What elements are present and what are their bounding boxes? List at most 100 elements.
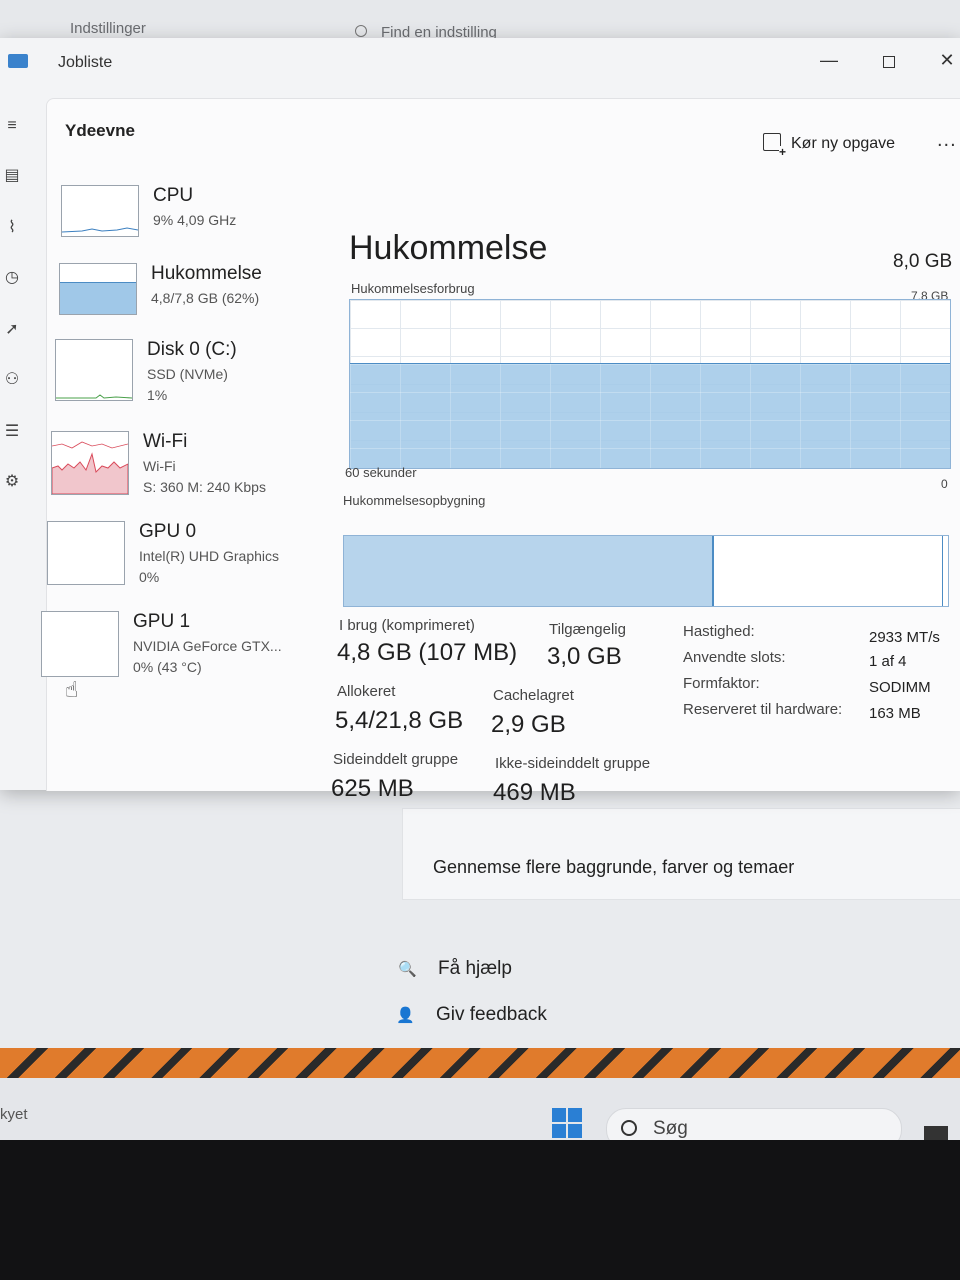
nav-rail: ≡ ▤ ⌇ ◷ ➚ ⚇ ☰ ⚙: [0, 98, 34, 788]
feedback-icon: 👤: [396, 1007, 415, 1024]
hamburger-menu-icon[interactable]: ≡: [2, 116, 22, 136]
mouse-cursor-icon: ☝: [65, 677, 79, 702]
committed-value: 5,4/21,8 GB: [335, 707, 464, 734]
help-link[interactable]: 🔍 Få hjælp: [398, 958, 512, 980]
details-icon[interactable]: ☰: [2, 422, 22, 442]
disk-mini-chart: [56, 394, 133, 399]
composition-in-use-segment: [344, 536, 715, 606]
memory-thumbnail-fill: [60, 282, 136, 314]
taskbar-search-label: Søg: [653, 1118, 688, 1139]
memory-heading: Hukommelse: [349, 229, 548, 267]
slots-value: 1 af 4: [869, 653, 907, 670]
desktop-wallpaper-stripe: [0, 1048, 960, 1078]
cpu-mini-chart: [61, 227, 139, 233]
task-manager-titlebar: Jobliste — ✕: [0, 38, 960, 90]
memory-thumbnail-graph: [59, 263, 137, 315]
start-button[interactable]: [552, 1108, 582, 1138]
task-manager-app-icon: [8, 54, 28, 68]
speed-value: 2933 MT/s: [869, 629, 940, 646]
device-detail: 9% 4,09 GHz: [153, 212, 237, 228]
slots-label: Anvendte slots:: [683, 649, 786, 666]
windows-logo-tile: [568, 1124, 582, 1138]
taskbar-left-text: kyet: [0, 1106, 28, 1123]
memory-usage-graph: [349, 299, 951, 469]
themes-card[interactable]: Gennemse flere baggrunde, farver og tema…: [402, 808, 960, 900]
wifi-thumbnail-graph: [51, 431, 129, 495]
device-name: Disk 0 (C:): [147, 339, 237, 360]
feedback-label: Giv feedback: [436, 1004, 547, 1025]
device-name: GPU 1: [133, 611, 191, 632]
available-label: Tilgængelig: [549, 621, 626, 638]
window-title: Jobliste: [58, 54, 113, 71]
more-options-button[interactable]: ...: [937, 129, 957, 152]
startup-apps-icon[interactable]: ➚: [2, 320, 22, 340]
memory-total: 8,0 GB: [893, 251, 953, 272]
speed-label: Hastighed:: [683, 623, 755, 640]
device-usage: 0%: [139, 569, 160, 585]
minimize-button[interactable]: —: [814, 50, 844, 71]
app-history-icon[interactable]: ◷: [2, 268, 22, 288]
search-icon: [355, 25, 367, 37]
windows-logo-tile: [552, 1108, 566, 1122]
feedback-link[interactable]: 👤 Giv feedback: [396, 1004, 547, 1026]
gpu0-thumbnail-graph: [47, 521, 125, 585]
committed-label: Allokeret: [337, 683, 396, 700]
disk-thumbnail-graph: [55, 339, 133, 401]
nonpaged-pool-value: 469 MB: [493, 779, 576, 806]
help-label: Få hjælp: [438, 958, 512, 979]
help-icon: 🔍: [398, 961, 417, 978]
device-detail: Wi-Fi: [143, 458, 176, 474]
settings-title: Indstillinger: [70, 20, 146, 37]
maximize-icon: [883, 56, 895, 68]
available-value: 3,0 GB: [547, 643, 622, 670]
page-title: Ydeevne: [65, 121, 135, 140]
device-name: CPU: [153, 185, 194, 206]
performance-pane: Ydeevne Kør ny opgave ... CPU 9% 4,09 GH…: [41, 98, 960, 806]
search-icon: [621, 1120, 637, 1136]
windows-logo-tile: [568, 1108, 582, 1122]
cached-value: 2,9 GB: [491, 711, 566, 738]
nonpaged-pool-label: Ikke-sideinddelt gruppe: [495, 755, 651, 772]
device-detail: Intel(R) UHD Graphics: [139, 548, 280, 564]
wifi-mini-chart: [51, 441, 129, 495]
device-name: Wi-Fi: [143, 431, 188, 452]
run-new-task-label: Kør ny opgave: [791, 135, 896, 152]
device-name: Hukommelse: [151, 263, 262, 284]
hardware-reserved-label: Reserveret til hardware:: [683, 701, 843, 718]
users-icon[interactable]: ⚇: [2, 370, 22, 390]
close-button[interactable]: ✕: [932, 50, 960, 71]
windows-logo-tile: [552, 1124, 566, 1138]
composition-modified-segment: [712, 536, 943, 606]
cpu-thumbnail-graph: [61, 185, 139, 237]
in-use-value: 4,8 GB (107 MB): [337, 639, 518, 666]
paged-pool-value: 625 MB: [331, 775, 414, 802]
processes-icon[interactable]: ▤: [2, 166, 22, 186]
form-factor-label: Formfaktor:: [683, 675, 760, 692]
screen-bezel: [0, 1140, 960, 1280]
services-icon[interactable]: ⚙: [2, 472, 22, 492]
performance-icon[interactable]: ⌇: [2, 218, 22, 238]
graph-zero-label: 0: [941, 477, 948, 491]
device-usage: 0% (43 °C): [133, 659, 202, 675]
memory-composition-graph: [343, 535, 949, 607]
device-usage: 1%: [147, 387, 168, 403]
form-factor-value: SODIMM: [869, 679, 931, 696]
cached-label: Cachelagret: [493, 687, 574, 704]
new-task-icon: [763, 133, 787, 158]
device-throughput: S: 360 M: 240 Kbps: [143, 479, 266, 495]
device-detail: 4,8/7,8 GB (62%): [151, 290, 260, 306]
device-detail: SSD (NVMe): [147, 366, 228, 382]
run-new-task-button[interactable]: Kør ny opgave: [763, 133, 896, 158]
taskbar: kyet Søg: [0, 1078, 960, 1150]
in-use-label: I brug (komprimeret): [339, 617, 475, 634]
themes-card-text: Gennemse flere baggrunde, farver og tema…: [433, 857, 795, 877]
gpu1-thumbnail-graph: [41, 611, 119, 677]
device-detail: NVIDIA GeForce GTX...: [133, 638, 282, 654]
device-name: GPU 0: [139, 521, 197, 542]
maximize-button[interactable]: [874, 50, 904, 73]
memory-composition-label: Hukommelsesopbygning: [343, 493, 486, 508]
paged-pool-label: Sideinddelt gruppe: [333, 751, 459, 768]
hardware-reserved-value: 163 MB: [869, 705, 921, 722]
memory-usage-label: Hukommelsesforbrug: [351, 281, 475, 296]
task-manager-window: Jobliste — ✕ ≡ ▤ ⌇ ◷ ➚ ⚇ ☰ ⚙ Ydeevne Kør…: [0, 38, 960, 806]
